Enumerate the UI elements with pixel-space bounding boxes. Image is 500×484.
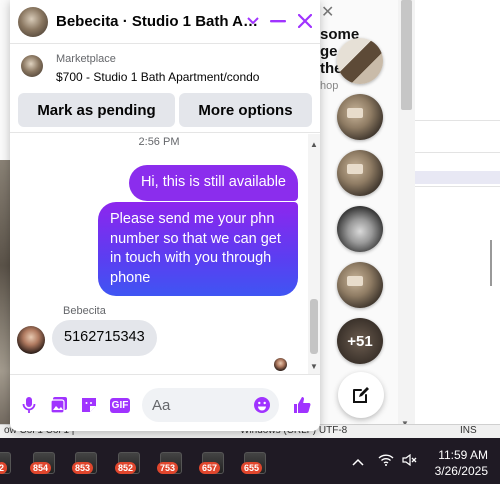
seen-indicator-avatar bbox=[274, 358, 287, 371]
taskbar-app[interactable]: 657 bbox=[199, 448, 227, 476]
marketplace-listing-card: Marketplace $700 - Studio 1 Bath Apartme… bbox=[10, 45, 320, 133]
chat-head-avatar[interactable] bbox=[337, 206, 383, 252]
taskbar-app[interactable]: 2 bbox=[0, 448, 14, 476]
editor-scroll-marker bbox=[490, 240, 492, 286]
more-options-button[interactable]: More options bbox=[179, 93, 312, 127]
chat-head-avatar[interactable] bbox=[337, 262, 383, 308]
minimize-icon[interactable] bbox=[267, 10, 289, 32]
clock[interactable]: 11:59 AM 3/26/2025 bbox=[435, 447, 488, 479]
divider bbox=[415, 120, 500, 121]
taskbar-app[interactable]: 854 bbox=[30, 448, 58, 476]
listing-source: Marketplace bbox=[56, 53, 116, 65]
emoji-icon[interactable] bbox=[253, 396, 271, 414]
message-thread: 2:56 PM Hi, this is still available Plea… bbox=[10, 134, 308, 374]
chevron-up-icon[interactable] bbox=[352, 454, 364, 469]
taskbar-app[interactable]: 753 bbox=[157, 448, 185, 476]
chat-head-avatar[interactable] bbox=[337, 38, 383, 84]
chat-header: Bebecita · Studio 1 Bath A… bbox=[10, 0, 320, 44]
chat-title[interactable]: Bebecita · Studio 1 Bath A… bbox=[56, 13, 258, 30]
compose-icon bbox=[353, 387, 369, 403]
message-composer: GIF bbox=[10, 374, 320, 431]
thumbs-up-icon[interactable] bbox=[291, 394, 313, 416]
chevron-down-icon[interactable] bbox=[242, 10, 264, 32]
background-close-icon[interactable]: ✕ bbox=[321, 2, 334, 22]
new-message-button[interactable] bbox=[338, 372, 384, 418]
close-icon[interactable] bbox=[294, 10, 316, 32]
contact-avatar[interactable] bbox=[18, 7, 48, 37]
chat-head-avatar[interactable] bbox=[337, 94, 383, 140]
mark-as-pending-button[interactable]: Mark as pending bbox=[18, 93, 175, 127]
clock-date: 3/26/2025 bbox=[434, 464, 488, 478]
microphone-icon[interactable] bbox=[20, 396, 38, 414]
scrollbar-thumb[interactable] bbox=[401, 0, 412, 110]
chat-heads-bar: +51 bbox=[334, 30, 392, 430]
chat-head-avatar[interactable] bbox=[337, 150, 383, 196]
notification-badge: 853 bbox=[72, 462, 94, 474]
taskbar: 2 854 853 852 753 657 655 11:59 AM 3/26/… bbox=[0, 438, 500, 484]
scroll-up-icon[interactable]: ▲ bbox=[310, 140, 318, 149]
listing-title[interactable]: $700 - Studio 1 Bath Apartment/condo bbox=[56, 70, 259, 84]
incoming-message[interactable]: 5162715343 bbox=[52, 320, 157, 356]
chat-window: Bebecita · Studio 1 Bath A… Marketplace … bbox=[10, 0, 320, 431]
taskbar-app[interactable]: 853 bbox=[72, 448, 100, 476]
background-editor-panel bbox=[415, 0, 500, 424]
listing-thumbnail[interactable] bbox=[21, 55, 43, 77]
message-timestamp: 2:56 PM bbox=[138, 136, 180, 148]
scroll-down-icon[interactable]: ▼ bbox=[310, 362, 318, 371]
notification-badge: 753 bbox=[157, 462, 179, 474]
gif-label: GIF bbox=[109, 397, 131, 413]
sender-name: Bebecita bbox=[63, 305, 106, 317]
gif-icon[interactable]: GIF bbox=[109, 396, 131, 414]
highlighted-line bbox=[415, 171, 500, 184]
sender-avatar[interactable] bbox=[17, 326, 45, 354]
sticker-icon[interactable] bbox=[80, 396, 98, 414]
photo-icon[interactable] bbox=[50, 396, 68, 414]
scrollbar-thumb[interactable] bbox=[310, 299, 318, 354]
taskbar-app[interactable]: 852 bbox=[115, 448, 143, 476]
divider bbox=[415, 186, 500, 187]
outgoing-message[interactable]: Please send me your phn number so that w… bbox=[98, 202, 298, 296]
more-chats-button[interactable]: +51 bbox=[337, 318, 383, 364]
status-insert-mode: INS bbox=[460, 425, 477, 436]
wifi-icon[interactable] bbox=[378, 454, 394, 469]
speaker-muted-icon[interactable] bbox=[402, 453, 418, 469]
outgoing-message[interactable]: Hi, this is still available bbox=[128, 165, 298, 201]
clock-time: 11:59 AM bbox=[438, 448, 488, 462]
system-tray: 11:59 AM 3/26/2025 bbox=[340, 438, 500, 484]
notification-badge: 852 bbox=[115, 462, 137, 474]
page-scrollbar[interactable]: ▼ bbox=[398, 0, 415, 432]
background-image-strip bbox=[0, 160, 10, 424]
notification-badge: 655 bbox=[241, 462, 263, 474]
notification-badge: 657 bbox=[199, 462, 221, 474]
message-scrollbar[interactable]: ▲ ▼ bbox=[308, 134, 320, 374]
notification-badge: 854 bbox=[30, 462, 52, 474]
more-chats-count: +51 bbox=[347, 332, 373, 350]
taskbar-app[interactable]: 655 bbox=[241, 448, 269, 476]
divider bbox=[415, 152, 500, 153]
